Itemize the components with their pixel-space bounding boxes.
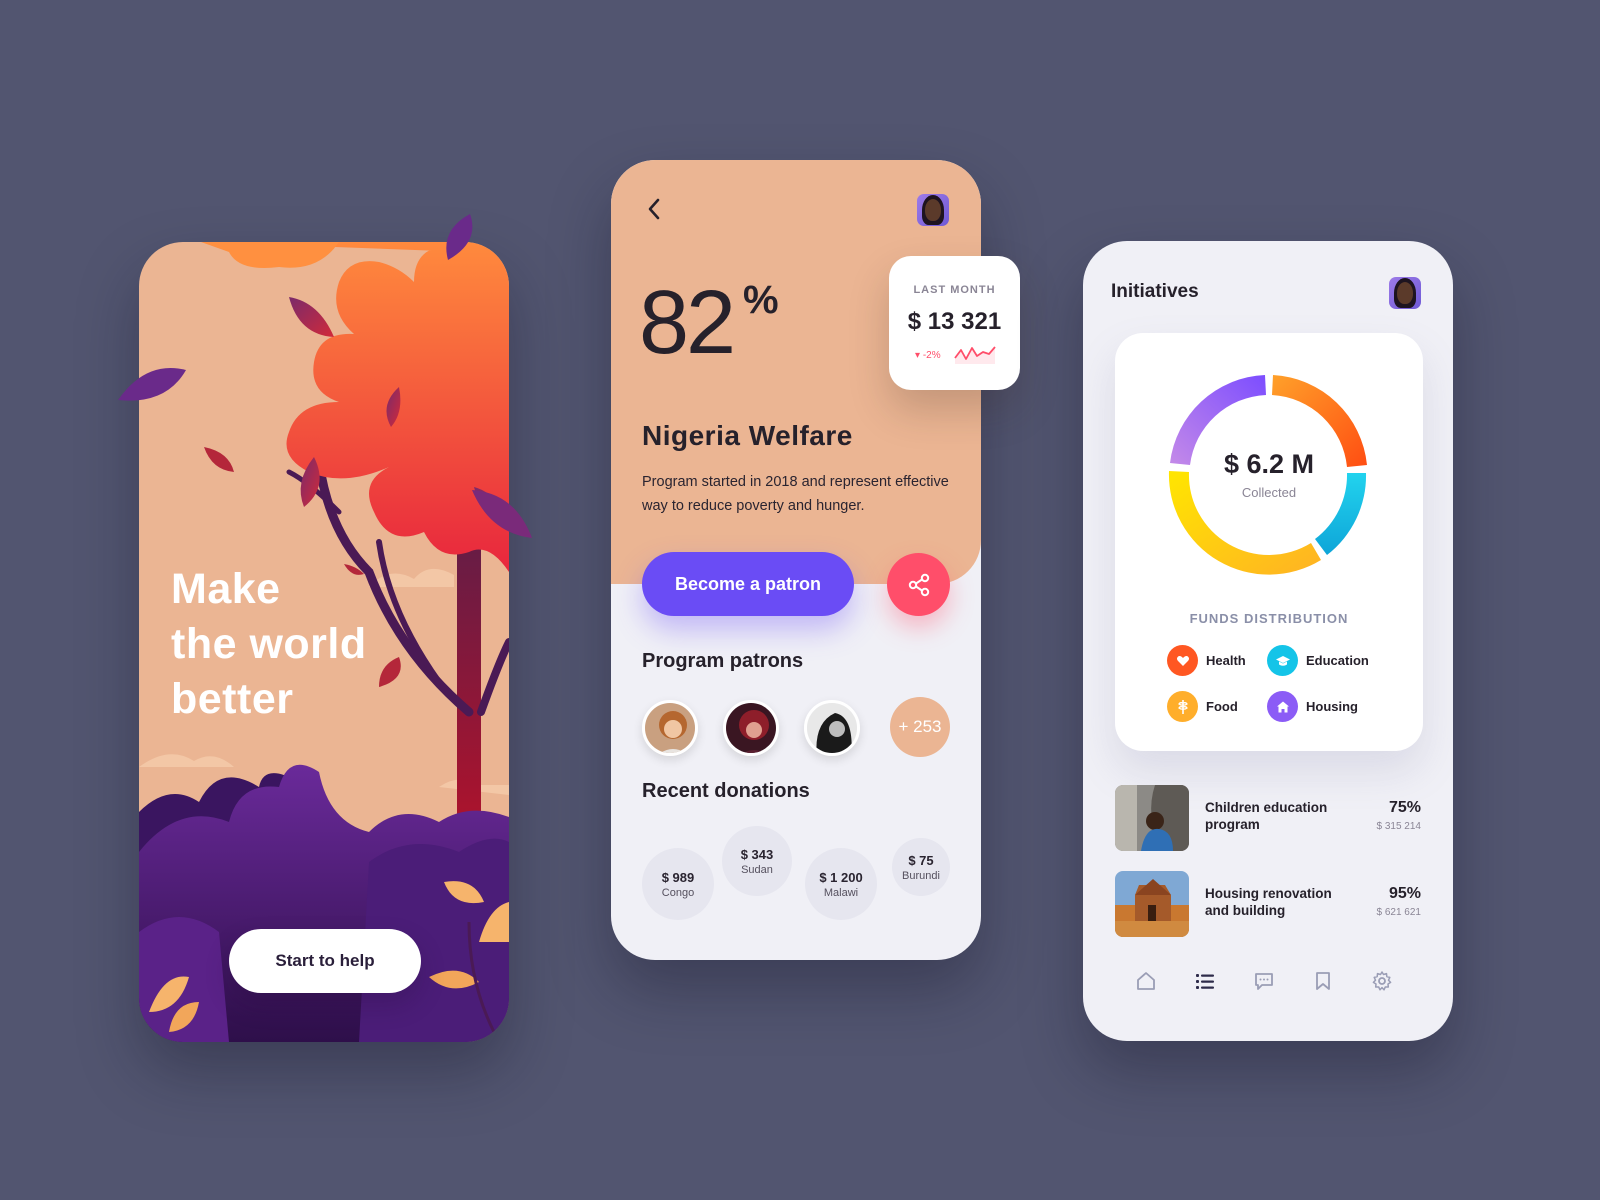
program-title: Nigeria Welfare [642, 420, 853, 451]
initiative-amount: $ 315 214 [1376, 821, 1422, 832]
percent-sign: % [743, 278, 779, 322]
donation-amount: $ 75 [908, 852, 934, 868]
funds-card: $ 6.2 M Collected FUNDS DISTRIBUTION Hea… [1115, 333, 1423, 751]
donation-bubble: $ 75 Burundi [892, 838, 950, 896]
total-collected: $ 6.2 M [1223, 449, 1315, 479]
legend-label: Housing [1306, 699, 1358, 714]
initiative-thumbnail [1115, 785, 1189, 851]
legend-food[interactable]: Food [1167, 691, 1238, 722]
nav-bookmarks[interactable] [1303, 961, 1343, 1001]
legend-health[interactable]: Health [1167, 645, 1246, 676]
funds-distribution-title: FUNDS DISTRIBUTION [1189, 611, 1349, 626]
donation-country: Malawi [823, 886, 859, 899]
leaf-decoration [446, 214, 473, 260]
heart-icon [1167, 645, 1198, 676]
donation-bubble: $ 343 Sudan [722, 826, 792, 896]
user-avatar[interactable] [917, 194, 949, 226]
initiative-percent: 75% [1388, 799, 1421, 816]
initiative-amount: $ 621 621 [1376, 907, 1422, 918]
initiative-thumbnail [1115, 871, 1189, 937]
donation-amount: $ 1 200 [819, 869, 863, 885]
legend-label: Food [1206, 699, 1238, 714]
patron-avatar[interactable] [642, 700, 698, 756]
screen-title: Initiatives [1111, 281, 1199, 302]
initiative-name: Housing renovation and building [1205, 886, 1332, 918]
legend-education[interactable]: Education [1267, 645, 1369, 676]
onboarding-headline: Make the world better [171, 562, 367, 727]
change-value: -2% [922, 350, 941, 361]
total-collected-label: Collected [1241, 485, 1297, 500]
donations-title: Recent donations [642, 780, 810, 802]
program-description: Program started in 2018 and represent ef… [642, 474, 949, 514]
nav-list[interactable] [1185, 961, 1225, 1001]
nav-messages[interactable] [1244, 961, 1284, 1001]
donation-amount: $ 989 [661, 869, 695, 885]
back-button[interactable] [639, 194, 669, 224]
donation-country: Congo [661, 886, 695, 899]
last-month-label: LAST MONTH [913, 284, 996, 296]
trend-down-icon: ▾ [915, 350, 921, 361]
list-icon [1196, 974, 1214, 989]
chevron-left-icon [648, 198, 660, 220]
wheat-icon [1167, 691, 1198, 722]
initiative-row-education[interactable]: Children education program 75% $ 315 214 [1115, 785, 1423, 851]
leaf-decoration [118, 368, 186, 401]
legend-label: Education [1306, 653, 1369, 668]
headline-line: better [171, 675, 294, 723]
graduation-cap-icon [1267, 645, 1298, 676]
bookmark-icon [1316, 972, 1330, 990]
sparkline-icon [954, 346, 996, 364]
become-patron-button[interactable]: Become a patron [642, 552, 854, 616]
chat-icon [1255, 973, 1273, 990]
nav-home[interactable] [1126, 961, 1166, 1001]
initiative-row-housing[interactable]: Housing renovation and building 95% $ 62… [1115, 871, 1423, 937]
leaf-decoration [472, 490, 532, 538]
progress-percent: 82 [639, 273, 736, 373]
headline-line: the world [171, 620, 367, 668]
home-icon [1137, 972, 1155, 990]
house-icon [1267, 691, 1298, 722]
nav-settings[interactable] [1362, 961, 1402, 1001]
donation-country: Sudan [741, 863, 773, 876]
initiatives-screen: Initiatives $ 6.2 M Collected FUNDS DIST… [1083, 241, 1453, 1041]
patron-avatar[interactable] [804, 700, 860, 756]
donation-amount: $ 343 [740, 846, 774, 862]
user-avatar[interactable] [1389, 277, 1421, 309]
patrons-title: Program patrons [642, 650, 804, 672]
donation-bubble: $ 989 Congo [642, 848, 714, 920]
start-to-help-button[interactable]: Start to help [229, 929, 421, 993]
more-patrons-badge[interactable]: + 253 [890, 697, 950, 757]
settings-icon [1372, 971, 1392, 991]
last-month-value: $ 13 321 [907, 308, 1002, 335]
share-icon [908, 573, 929, 596]
initiative-percent: 95% [1388, 885, 1421, 902]
legend-label: Health [1206, 653, 1246, 668]
legend-housing[interactable]: Housing [1267, 691, 1358, 722]
initiative-name: Children education program [1205, 800, 1328, 832]
patron-avatar[interactable] [723, 700, 779, 756]
bottom-navigation [1083, 961, 1453, 1001]
headline-line: Make [171, 565, 281, 613]
last-month-card: LAST MONTH $ 13 321 ▾ -2% [889, 256, 1020, 390]
last-month-change: ▾ -2% [915, 350, 941, 361]
donation-bubble: $ 1 200 Malawi [805, 848, 877, 920]
share-button[interactable] [887, 553, 950, 616]
donation-country: Burundi [902, 869, 940, 882]
